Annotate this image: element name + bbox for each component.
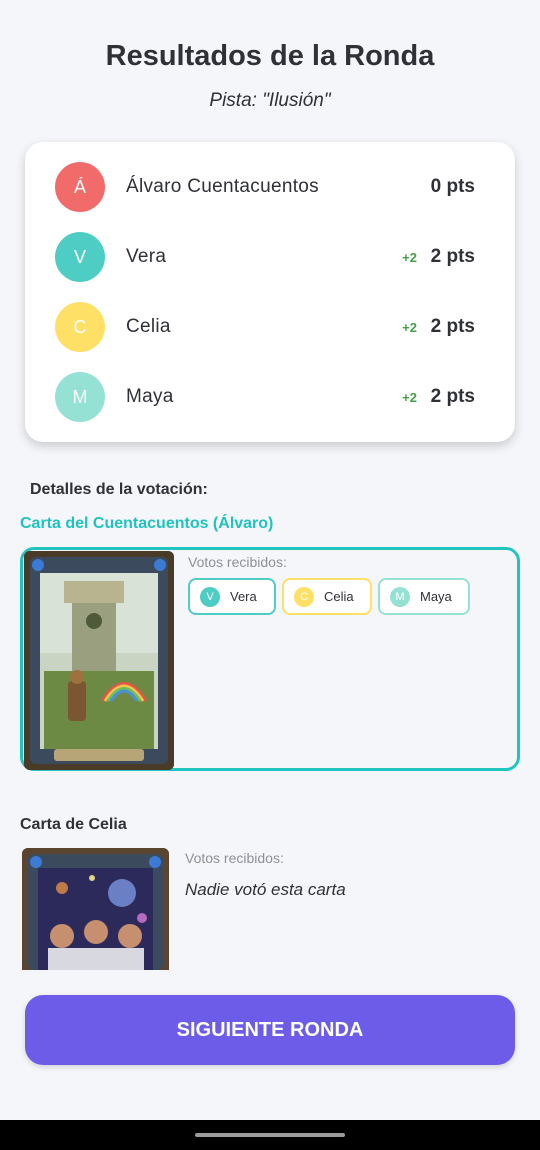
voter-chip-vera: V Vera: [188, 578, 276, 615]
player-points: 2 pts: [430, 316, 475, 337]
player-points: 2 pts: [430, 386, 475, 407]
votes-received-label: Votos recibidos:: [188, 554, 287, 570]
avatar: C: [55, 302, 105, 352]
scoreboard: Á Álvaro Cuentacuentos 0 pts V Vera +2 2…: [25, 142, 515, 442]
player-name: Celia: [126, 316, 171, 337]
storyteller-card-title: Carta del Cuentacuentos (Álvaro): [20, 515, 274, 532]
points-delta: +2: [402, 249, 417, 265]
system-navigation-bar: [0, 1120, 540, 1150]
score-row-celia: C Celia +2 2 pts: [25, 302, 515, 352]
card-illustration-cosmos: [22, 848, 169, 970]
avatar: Á: [55, 162, 105, 212]
score-row-vera: V Vera +2 2 pts: [25, 232, 515, 282]
voting-details-label: Detalles de la votación:: [30, 481, 208, 498]
avatar: V: [55, 232, 105, 282]
player-points: 2 pts: [430, 246, 475, 267]
voter-chip-celia: C Celia: [282, 578, 372, 615]
avatar: M: [390, 586, 410, 607]
player-points: 0 pts: [430, 176, 475, 197]
player-name: Álvaro Cuentacuentos: [126, 176, 319, 197]
home-gesture-handle[interactable]: [195, 1133, 345, 1137]
voter-name: Maya: [420, 589, 452, 604]
avatar: C: [294, 586, 314, 607]
player-card-title: Carta de Celia: [20, 816, 127, 833]
points-delta: +2: [402, 389, 417, 405]
card-image: [24, 551, 174, 770]
voter-name: Vera: [230, 589, 257, 604]
storyteller-card-panel: Votos recibidos: V Vera C Celia M Maya: [20, 547, 520, 771]
votes-received-label: Votos recibidos:: [185, 850, 284, 866]
page-title: Resultados de la Ronda: [105, 40, 435, 72]
score-row-maya: M Maya +2 2 pts: [25, 372, 515, 422]
avatar: M: [55, 372, 105, 422]
card-image: [22, 848, 169, 970]
points-delta: +2: [402, 319, 417, 335]
round-hint: Pista: "Ilusión": [209, 90, 331, 111]
avatar: V: [200, 586, 220, 607]
score-row-alvaro: Á Álvaro Cuentacuentos 0 pts: [25, 162, 515, 212]
next-round-button[interactable]: SIGUIENTE RONDA: [25, 995, 515, 1065]
player-name: Maya: [126, 386, 174, 407]
player-name: Vera: [126, 246, 167, 267]
voter-chip-maya: M Maya: [378, 578, 470, 615]
no-votes-text: Nadie votó esta carta: [185, 880, 346, 899]
card-illustration-tower: [24, 551, 174, 770]
voter-name: Celia: [324, 589, 354, 604]
